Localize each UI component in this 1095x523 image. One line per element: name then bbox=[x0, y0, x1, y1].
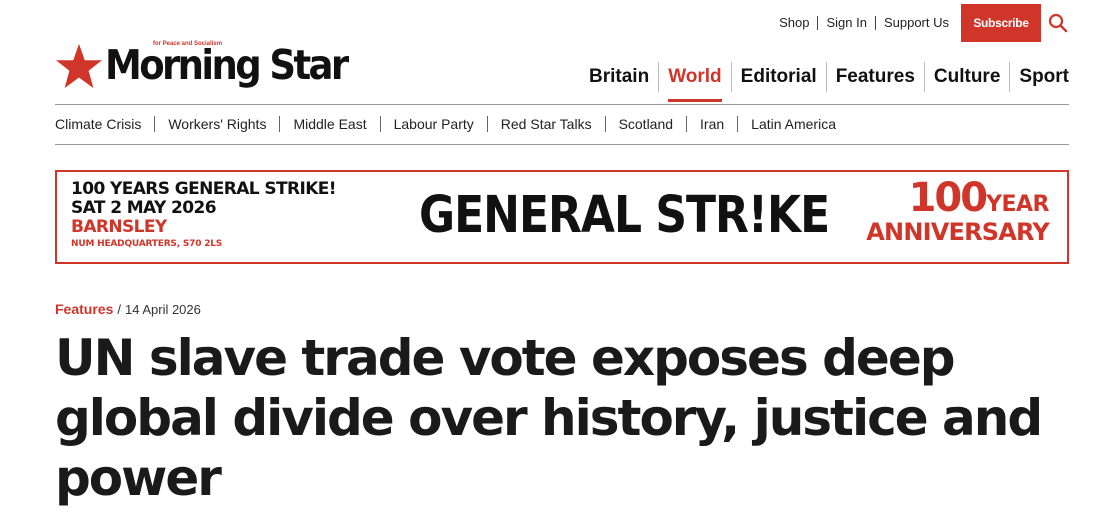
banner-location: BARNSLEY bbox=[71, 217, 167, 237]
star-icon bbox=[55, 43, 103, 89]
topic-labour-party[interactable]: Labour Party bbox=[381, 116, 488, 132]
subscribe-button[interactable]: Subscribe bbox=[961, 4, 1041, 42]
topic-workers-rights[interactable]: Workers' Rights bbox=[155, 116, 281, 132]
nav-item-world[interactable]: World bbox=[659, 62, 732, 102]
banner-headline: 100 YEARS GENERAL STRIKE! bbox=[71, 179, 337, 199]
general-strike-banner[interactable]: 100 YEARS GENERAL STRIKE! SAT 2 MAY 2026… bbox=[55, 170, 1069, 264]
topic-red-star-talks[interactable]: Red Star Talks bbox=[488, 116, 606, 132]
topic-latin-america[interactable]: Latin America bbox=[738, 116, 849, 132]
main-nav: Britain World Editorial Features Culture… bbox=[580, 62, 1069, 104]
topic-scotland[interactable]: Scotland bbox=[606, 116, 688, 132]
nav-item-features[interactable]: Features bbox=[827, 62, 925, 92]
banner-number: 100 bbox=[908, 175, 988, 221]
nav-item-culture[interactable]: Culture bbox=[925, 62, 1011, 92]
topic-middle-east[interactable]: Middle East bbox=[280, 116, 381, 132]
banner-address: NUM HEADQUARTERS, S70 2LS bbox=[71, 239, 223, 249]
shop-link[interactable]: Shop bbox=[771, 16, 819, 30]
nav-divider bbox=[55, 104, 1069, 105]
support-us-link[interactable]: Support Us bbox=[876, 16, 957, 30]
banner-event-details: 100 YEARS GENERAL STRIKE! SAT 2 MAY 2026… bbox=[71, 179, 337, 251]
topic-iran[interactable]: Iran bbox=[687, 116, 739, 132]
nav-item-britain[interactable]: Britain bbox=[580, 62, 660, 92]
article-category[interactable]: Features bbox=[55, 301, 113, 317]
nav-item-sport[interactable]: Sport bbox=[1010, 62, 1069, 92]
meta-separator: / bbox=[117, 302, 121, 317]
site-logo[interactable]: for Peace and Socialism Morning Star bbox=[55, 40, 355, 92]
article-meta: Features /14 April 2026 bbox=[55, 301, 201, 317]
sign-in-link[interactable]: Sign In bbox=[818, 16, 876, 30]
topic-climate-crisis[interactable]: Climate Crisis bbox=[55, 116, 156, 132]
logo-wordmark: Morning Star bbox=[105, 41, 349, 90]
search-icon[interactable] bbox=[1045, 10, 1071, 36]
topic-bar: Climate Crisis Workers' Rights Middle Ea… bbox=[55, 116, 849, 132]
article-date: 14 April 2026 bbox=[124, 302, 201, 317]
utility-bar: Shop Sign In Support Us Subscribe bbox=[771, 4, 1071, 42]
nav-item-editorial[interactable]: Editorial bbox=[732, 62, 827, 92]
banner-year: YEAR bbox=[986, 192, 1049, 217]
article-headline: UN slave trade vote exposes deep global … bbox=[55, 329, 1043, 507]
topic-divider bbox=[55, 144, 1069, 145]
banner-anniversary: 100YEAR ANNIVERSARY bbox=[866, 175, 1050, 246]
banner-date: SAT 2 MAY 2026 bbox=[71, 198, 217, 218]
banner-title: GENERAL STR!KE bbox=[419, 186, 830, 245]
banner-anniversary-label: ANNIVERSARY bbox=[866, 218, 1050, 246]
